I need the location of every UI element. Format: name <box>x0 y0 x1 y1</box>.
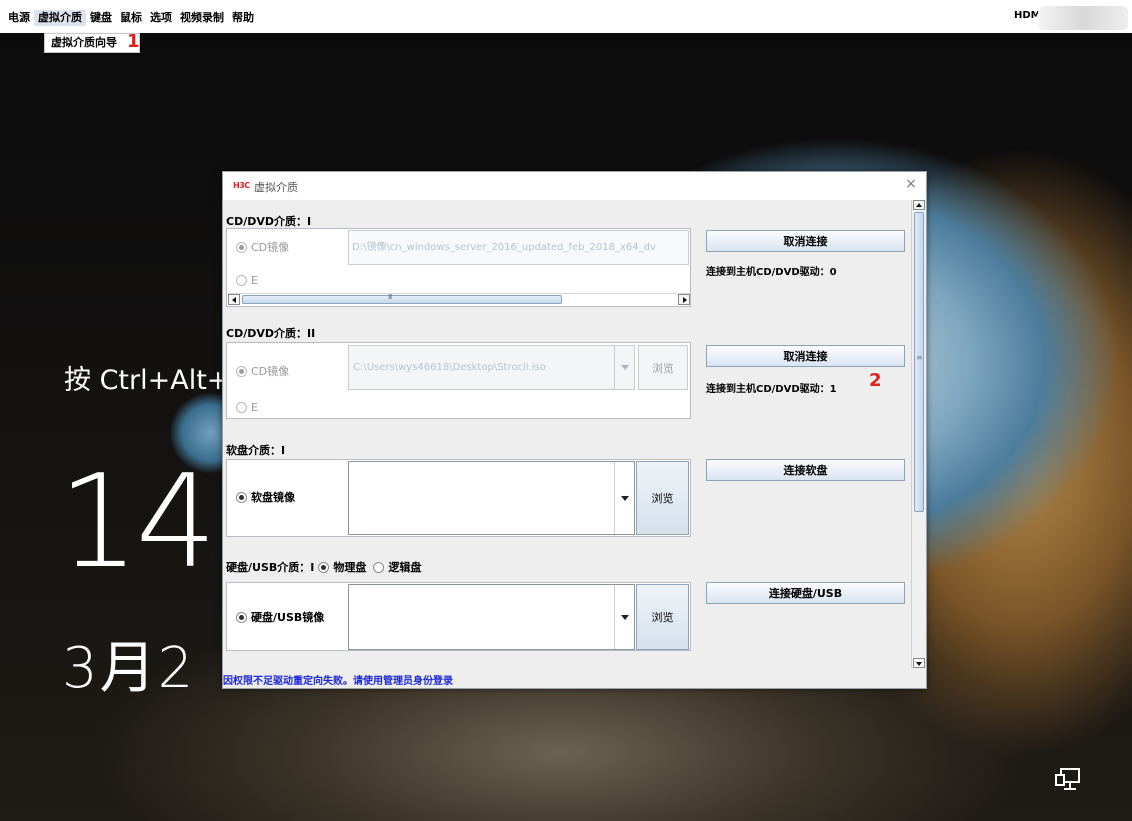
hdd-panel: 硬盘/USB镜像 浏览 <box>226 582 691 651</box>
dialog-status-message: 因权限不足驱动重定向失败。请使用管理员身份登录 <box>223 676 453 687</box>
menu-virtual-media[interactable]: 虚拟介质 <box>34 10 86 26</box>
cd1-panel: CD镜像 D:\镜像\cn_windows_server_2016_update… <box>226 228 691 307</box>
cd1-image-label: CD镜像 <box>251 241 290 254</box>
cd2-disconnect-button[interactable]: 取消连接 <box>706 345 905 367</box>
menu-help[interactable]: 帮助 <box>228 10 258 26</box>
floppy-image-radio[interactable] <box>236 491 247 503</box>
cd1-section-title: CD/DVD介质：I <box>226 215 312 228</box>
hdd-image-label: 硬盘/USB镜像 <box>251 611 325 624</box>
annotation-marker-2: 2 <box>869 370 882 391</box>
menu-item-virtual-media-wizard[interactable]: 虚拟介质向导 <box>45 34 139 52</box>
lock-time: 14 <box>58 453 217 593</box>
cd2-image-label: CD镜像 <box>251 365 290 378</box>
cd1-path-field[interactable]: D:\镜像\cn_windows_server_2016_updated_feb… <box>348 230 689 265</box>
hdd-logical-radio[interactable] <box>373 561 385 573</box>
cd2-drive-radio[interactable] <box>236 402 247 413</box>
hdd-section-header: 硬盘/USB介质：I 物理盘 逻辑盘 <box>226 559 421 575</box>
cd1-drive-label: E <box>251 274 258 287</box>
unlock-hint: 按 Ctrl+Alt+ <box>64 365 230 396</box>
virtual-media-dropdown: 虚拟介质向导 <box>44 33 140 53</box>
hdd-logical-label[interactable]: 逻辑盘 <box>388 559 421 575</box>
hdd-browse-button[interactable]: 浏览 <box>636 584 689 650</box>
network-icon[interactable] <box>1054 767 1082 793</box>
connect-floppy-button[interactable]: 连接软盘 <box>706 459 905 481</box>
cd2-path-combo[interactable]: C:\Users\wys46618\Desktop\Strocli.iso <box>348 345 635 390</box>
floppy-panel: 软盘镜像 浏览 <box>226 459 691 537</box>
cd2-browse-button[interactable]: 浏览 <box>638 345 688 390</box>
menu-power[interactable]: 电源 <box>4 10 34 26</box>
hdd-image-radio[interactable] <box>236 611 247 623</box>
floppy-image-label: 软盘镜像 <box>251 491 295 504</box>
menu-mouse[interactable]: 鼠标 <box>116 10 146 26</box>
cd1-horizontal-scrollbar[interactable] <box>228 293 690 305</box>
hdd-physical-radio[interactable] <box>318 561 330 573</box>
cd2-image-radio[interactable] <box>236 365 247 377</box>
hdd-section-title: 硬盘/USB介质：I <box>226 561 315 574</box>
chevron-down-icon[interactable] <box>614 346 634 389</box>
hdd-physical-label[interactable]: 物理盘 <box>333 559 366 575</box>
scroll-right-icon[interactable] <box>678 294 690 305</box>
dialog-title: 虚拟介质 <box>254 181 298 194</box>
menu-keyboard[interactable]: 键盘 <box>86 10 116 26</box>
cd1-image-option[interactable]: CD镜像 <box>236 239 289 255</box>
cd2-status: 连接到主机CD/DVD驱动：1 <box>706 384 837 395</box>
hdd-image-option[interactable]: 硬盘/USB镜像 <box>236 609 324 625</box>
floppy-section-title: 软盘介质：I <box>226 444 286 457</box>
cd2-drive-label: E <box>251 401 258 414</box>
connect-hdd-usb-button[interactable]: 连接硬盘/USB <box>706 582 905 604</box>
menu-video-recording[interactable]: 视频录制 <box>176 10 228 26</box>
cd2-path-text: C:\Users\wys46618\Desktop\Strocli.iso <box>353 362 546 373</box>
cd2-panel: CD镜像 C:\Users\wys46618\Desktop\Strocli.i… <box>226 342 691 419</box>
scroll-left-icon[interactable] <box>228 294 240 305</box>
kvm-menubar: 电源 虚拟介质 键盘 鼠标 选项 视频录制 帮助 HDM IP <box>0 0 1132 33</box>
scroll-thumb[interactable] <box>242 293 562 304</box>
cd2-drive-option[interactable]: E <box>236 401 258 414</box>
floppy-path-combo[interactable] <box>348 461 635 535</box>
chevron-down-icon[interactable] <box>614 462 634 534</box>
scroll-down-icon[interactable] <box>913 658 925 668</box>
cd2-section-title: CD/DVD介质：II <box>226 327 316 340</box>
annotation-marker-1: 1 <box>127 31 140 52</box>
cd1-disconnect-button[interactable]: 取消连接 <box>706 230 905 252</box>
virtual-media-dialog: H3C 虚拟介质 × CD/DVD介质：I CD镜像 D:\镜像\cn_wind… <box>222 171 927 689</box>
hdd-path-combo[interactable] <box>348 584 635 650</box>
cd1-drive-radio[interactable] <box>236 275 247 286</box>
scroll-thumb[interactable] <box>914 212 924 512</box>
dialog-titlebar[interactable]: H3C 虚拟介质 × <box>223 172 926 200</box>
close-icon[interactable]: × <box>904 176 918 192</box>
hdm-ip-redacted <box>1038 6 1128 30</box>
dialog-vertical-scrollbar[interactable] <box>911 200 925 668</box>
scroll-up-icon[interactable] <box>913 200 925 210</box>
cd1-image-radio[interactable] <box>236 241 247 253</box>
menu-options[interactable]: 选项 <box>146 10 176 26</box>
floppy-browse-button[interactable]: 浏览 <box>636 461 689 535</box>
floppy-image-option[interactable]: 软盘镜像 <box>236 489 295 505</box>
cd1-drive-option[interactable]: E <box>236 274 258 287</box>
chevron-down-icon[interactable] <box>614 585 634 649</box>
h3c-logo: H3C <box>233 181 250 190</box>
cd2-image-option[interactable]: CD镜像 <box>236 363 289 379</box>
cd1-status: 连接到主机CD/DVD驱动：0 <box>706 267 837 278</box>
